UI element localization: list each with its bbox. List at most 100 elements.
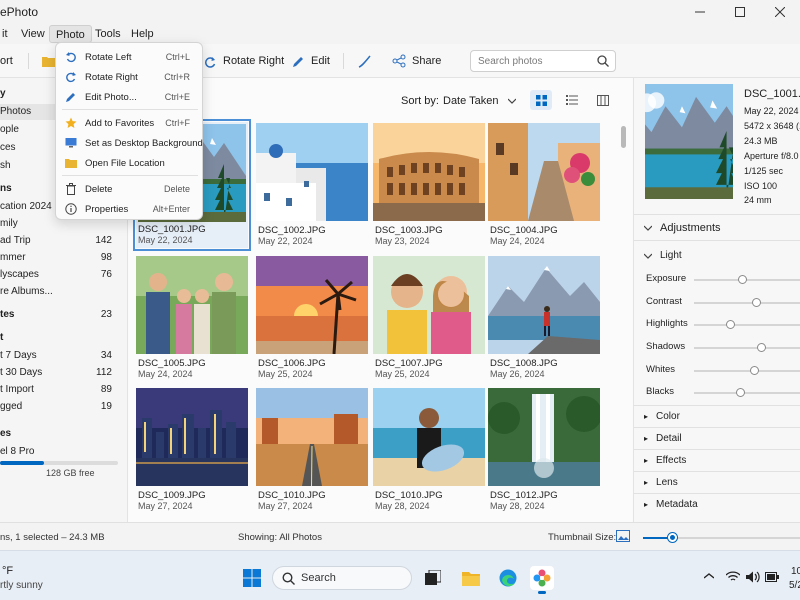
photo-tile[interactable]: DSC_1004.JPG May 24, 2024 — [488, 123, 600, 249]
photo-date: May 28, 2024 — [490, 501, 545, 511]
effects-section[interactable]: ▸ Effects — [644, 455, 686, 466]
clock-time[interactable]: 10 — [791, 566, 800, 577]
share-button[interactable]: Share — [392, 52, 441, 70]
menu-item-rotate-right[interactable]: Rotate Right Ctrl+R — [56, 67, 204, 87]
menu-item-add-to-favorites[interactable]: Add to Favorites Ctrl+F — [56, 113, 204, 133]
photo-tile[interactable]: DSC_1006.JPG May 25, 2024 — [256, 256, 368, 382]
slider-track[interactable] — [694, 324, 800, 326]
status-summary: ns, 1 selected – 24.3 MB — [0, 532, 105, 543]
sidebar-item-smart[interactable]: t 7 Days 34 — [0, 350, 127, 361]
slider-track[interactable] — [694, 370, 800, 372]
sidebar-item-favorites[interactable]: tes 23 — [0, 309, 127, 320]
photo-tile[interactable]: DSC_1008.JPG May 26, 2024 — [488, 256, 600, 382]
folder-button[interactable] — [42, 52, 56, 70]
volume-icon[interactable] — [746, 571, 760, 583]
sidebar-item-count: 142 — [95, 235, 112, 246]
light-header[interactable]: Light — [644, 250, 682, 261]
clock-date[interactable]: 5/2 — [789, 580, 800, 591]
sidebar-item-count: 76 — [100, 269, 112, 280]
grid-scrollbar[interactable] — [621, 126, 626, 516]
photo-tile[interactable]: DSC_1009.JPG May 27, 2024 — [136, 388, 248, 514]
slider-knob[interactable] — [750, 366, 759, 375]
photo-tile[interactable]: DSC_1010.JPG May 27, 2024 — [256, 388, 368, 514]
section-label: Effects — [656, 455, 687, 466]
menu-item-set-desktop-background[interactable]: Set as Desktop Background — [56, 133, 204, 153]
menu-help[interactable]: Help — [125, 25, 160, 43]
menu-tools[interactable]: Tools — [89, 25, 127, 43]
thumbnail-size-slider[interactable] — [643, 537, 800, 539]
sidebar-item-smart[interactable]: gged 19 — [0, 401, 127, 412]
slider-track[interactable] — [694, 279, 800, 281]
weather-temp[interactable]: °F — [2, 565, 13, 577]
detail-section[interactable]: ▸ Detail — [644, 433, 682, 444]
sidebar-item-smart[interactable]: t Import 89 — [0, 384, 127, 395]
slider-track[interactable] — [694, 392, 800, 394]
slider-knob[interactable] — [735, 388, 745, 397]
battery-icon[interactable] — [765, 572, 779, 582]
photo-tile[interactable]: DSC_1012.JPG May 28, 2024 — [488, 388, 600, 514]
scrollbar-thumb[interactable] — [621, 126, 626, 148]
edge-browser-app[interactable] — [496, 566, 520, 590]
slider-knob[interactable] — [738, 275, 747, 284]
draw-button[interactable] — [358, 52, 371, 70]
menu-item-properties[interactable]: Properties Alt+Enter — [56, 199, 204, 219]
minimize-button[interactable] — [680, 0, 720, 24]
lens-section[interactable]: ▸ Lens — [644, 477, 678, 488]
photo-tile[interactable]: DSC_1010.JPG May 28, 2024 — [373, 388, 485, 514]
adjustments-header[interactable]: Adjustments — [644, 222, 721, 234]
slider-track[interactable] — [694, 347, 800, 349]
sidebar-item-album[interactable]: mmer 98 — [0, 252, 127, 263]
edit-button[interactable]: Edit — [292, 52, 330, 70]
menu-photo[interactable]: Photo — [49, 25, 92, 43]
slider-label: Whites — [646, 364, 676, 375]
sidebar-item-count: 98 — [100, 252, 112, 263]
metadata-section[interactable]: ▸ Metadata — [644, 499, 698, 510]
chevron-up-icon[interactable] — [704, 573, 714, 579]
close-button[interactable] — [760, 0, 800, 24]
sort-dropdown[interactable]: Date Taken — [443, 95, 517, 107]
file-explorer-app[interactable] — [459, 566, 483, 590]
start-button[interactable] — [240, 566, 264, 590]
sidebar-item-device[interactable]: el 8 Pro — [0, 446, 127, 457]
maximize-button[interactable] — [720, 0, 760, 24]
slider-track[interactable] — [694, 302, 800, 304]
wifi-icon[interactable] — [726, 571, 740, 582]
list-view-button[interactable] — [561, 90, 583, 110]
photo-tile[interactable]: DSC_1003.JPG May 23, 2024 — [373, 123, 485, 249]
menu-view[interactable]: View — [15, 25, 51, 43]
detail-view-button[interactable] — [592, 90, 614, 110]
photos-app[interactable] — [530, 566, 554, 594]
search-input[interactable] — [478, 54, 590, 68]
photo-name: DSC_1003.JPG — [375, 225, 443, 236]
folder-icon — [462, 572, 480, 586]
slider-knob[interactable] — [726, 320, 735, 329]
menu-item-label: Add to Favorites — [85, 118, 155, 129]
grid-view-button[interactable] — [530, 90, 552, 110]
menu-item-delete[interactable]: Delete Delete — [56, 179, 204, 199]
photo-tile[interactable]: DSC_1005.JPG May 24, 2024 — [136, 256, 248, 382]
task-view-button[interactable] — [421, 566, 445, 590]
taskbar-search[interactable]: Search — [272, 566, 412, 590]
photo-name: DSC_1010.JPG — [375, 490, 443, 501]
import-label: ort — [0, 55, 13, 67]
menu-item-rotate-left[interactable]: Rotate Left Ctrl+L — [56, 47, 204, 67]
menu-item-open-file-location[interactable]: Open File Location — [56, 153, 204, 173]
photo-tile[interactable]: DSC_1002.JPG May 22, 2024 — [256, 123, 368, 249]
menu-item-edit-photo[interactable]: Edit Photo... Ctrl+E — [56, 87, 204, 107]
photo-preview — [645, 84, 733, 199]
slider-knob[interactable] — [752, 298, 762, 307]
sidebar-item-smart[interactable]: t 30 Days 112 — [0, 367, 127, 378]
import-button[interactable]: ort — [0, 52, 13, 70]
info-icon — [65, 203, 77, 215]
photo-tile[interactable]: DSC_1007.JPG May 25, 2024 — [373, 256, 485, 382]
thumbnail-size-knob[interactable] — [668, 533, 678, 542]
sidebar-item-more-albums[interactable]: re Albums... — [0, 286, 127, 297]
sidebar-item-label: sh — [0, 160, 11, 171]
sidebar-item-album[interactable]: ad Trip 142 — [0, 235, 127, 246]
sidebar-item-album[interactable]: lyscapes 76 — [0, 269, 127, 280]
rotate-right-button[interactable]: Rotate Right — [204, 52, 284, 70]
search-box[interactable] — [470, 50, 616, 72]
menu-file[interactable]: it — [0, 25, 14, 43]
color-section[interactable]: ▸ Color — [644, 411, 680, 422]
slider-knob[interactable] — [757, 343, 767, 352]
